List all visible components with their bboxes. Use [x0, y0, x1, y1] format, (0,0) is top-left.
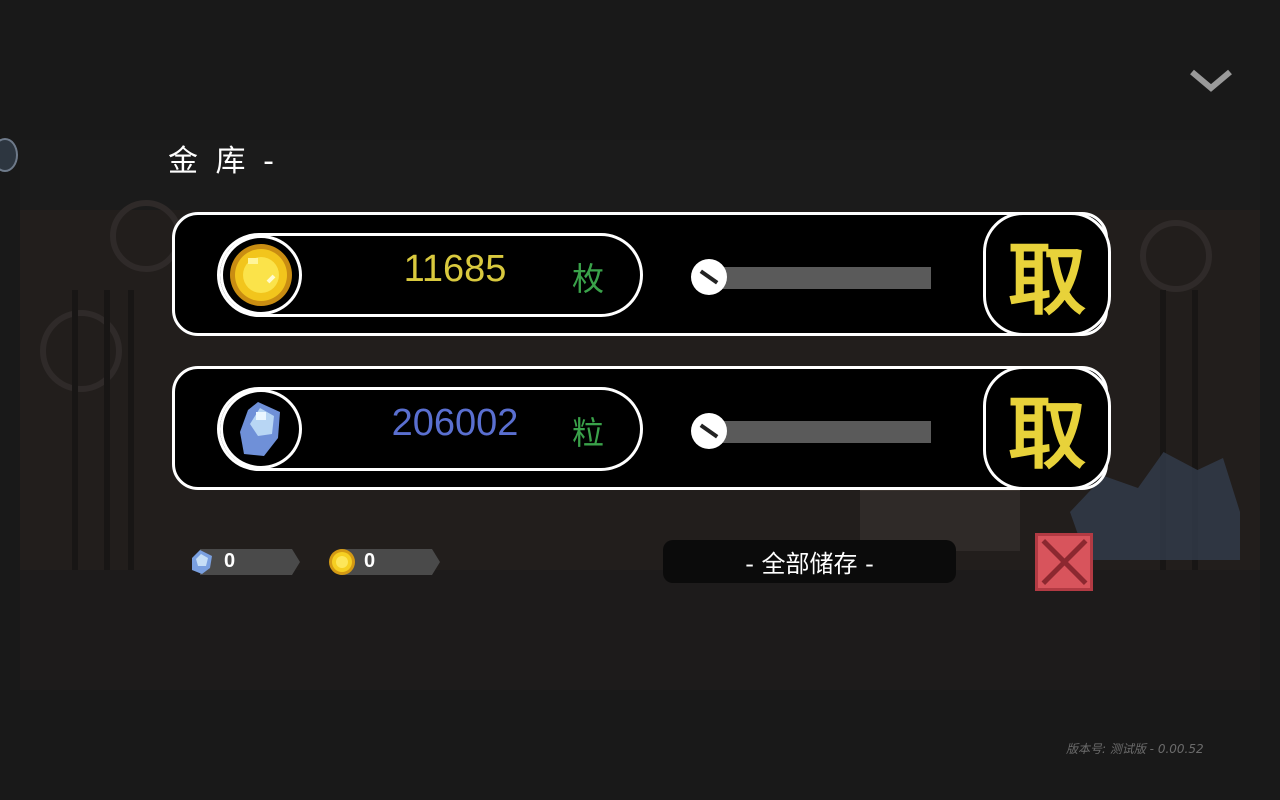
gem-icon: [192, 550, 212, 574]
version-label: 版本号: 测试版 - 0.00.52: [1066, 742, 1204, 756]
gold-slider-knob[interactable]: [691, 259, 727, 295]
wallet-gold-count: 0: [364, 550, 376, 572]
vault-title: 金 库 -: [168, 144, 278, 179]
gem-amount-panel: 206002 粒: [217, 387, 643, 471]
store-all-button[interactable]: - 全部储存 -: [663, 540, 956, 583]
gem-icon: [240, 402, 280, 456]
gem-unit: 粒: [572, 414, 605, 452]
gem-vault-row: 206002 粒 取: [172, 366, 1111, 490]
wallet-gem-count: 0: [224, 550, 236, 572]
gold-amount-panel: 11685 枚: [217, 233, 643, 317]
gold-slider-track[interactable]: [705, 267, 931, 289]
gold-amount: 11685: [403, 248, 507, 290]
gold-coin-icon: [329, 549, 355, 575]
chevron-down-icon[interactable]: [1188, 68, 1234, 94]
close-icon[interactable]: [1035, 533, 1093, 591]
gold-vault-row: 11685 枚 取: [172, 212, 1111, 336]
take-gold-button[interactable]: 取: [983, 212, 1111, 336]
gold-coin-badge: [220, 235, 302, 315]
gem-slider-track[interactable]: [705, 421, 931, 443]
take-gem-button[interactable]: 取: [983, 366, 1111, 490]
gold-coin-icon: [230, 244, 292, 306]
gem-slider-knob[interactable]: [691, 413, 727, 449]
gold-unit: 枚: [572, 260, 605, 298]
game-screen: 金 库 - 11685 枚 取 206002 粒 取 0 0 - 全部储存 - …: [0, 0, 1280, 800]
gem-amount: 206002: [391, 402, 519, 444]
gem-badge: [220, 389, 302, 469]
